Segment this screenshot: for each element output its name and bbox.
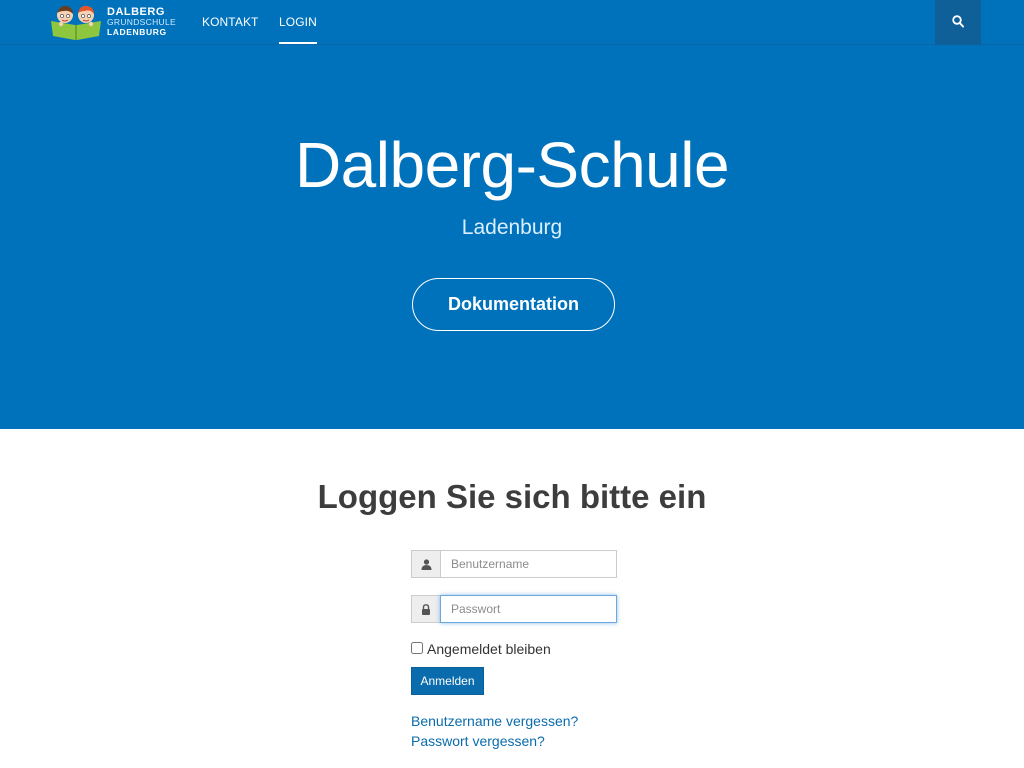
- password-addon: [411, 595, 440, 623]
- search-icon: [952, 15, 964, 28]
- remember-checkbox[interactable]: [411, 642, 423, 654]
- logo-text: DALBERG GRUNDSCHULE LADENBURG: [107, 6, 177, 38]
- username-field: [411, 550, 617, 578]
- login-submit-button[interactable]: Anmelden: [411, 667, 484, 695]
- logo-book-children-icon: [51, 5, 101, 40]
- logo-text-line3: LADENBURG: [107, 27, 167, 37]
- search-button[interactable]: [935, 0, 981, 45]
- nav-item-login[interactable]: LOGIN: [279, 15, 317, 44]
- forgot-username-link[interactable]: Benutzername vergessen?: [411, 713, 578, 729]
- username-input[interactable]: [440, 550, 617, 578]
- login-heading: Loggen Sie sich bitte ein: [317, 478, 707, 515]
- documentation-button[interactable]: Dokumentation: [412, 278, 615, 331]
- top-navbar: DALBERG GRUNDSCHULE LADENBURG KONTAKT LO…: [0, 0, 1024, 45]
- hero-subtitle: Ladenburg: [461, 216, 563, 239]
- logo-text-line2: GRUNDSCHULE: [107, 17, 176, 27]
- school-logo[interactable]: DALBERG GRUNDSCHULE LADENBURG: [50, 3, 177, 41]
- hero-banner: Dalberg-Schule Ladenburg Dokumentation: [0, 45, 1024, 429]
- username-addon: [411, 550, 440, 578]
- user-icon: [421, 559, 432, 570]
- password-field: [411, 595, 617, 623]
- hero-title: Dalberg-Schule: [294, 129, 730, 201]
- password-input[interactable]: [440, 595, 617, 623]
- lock-icon: [422, 604, 430, 615]
- remember-label[interactable]: Angemeldet bleiben: [427, 641, 551, 657]
- forgot-password-link[interactable]: Passwort vergessen?: [411, 733, 545, 749]
- nav-item-kontakt[interactable]: KONTAKT: [202, 15, 258, 29]
- logo-text-line1: DALBERG: [107, 6, 165, 18]
